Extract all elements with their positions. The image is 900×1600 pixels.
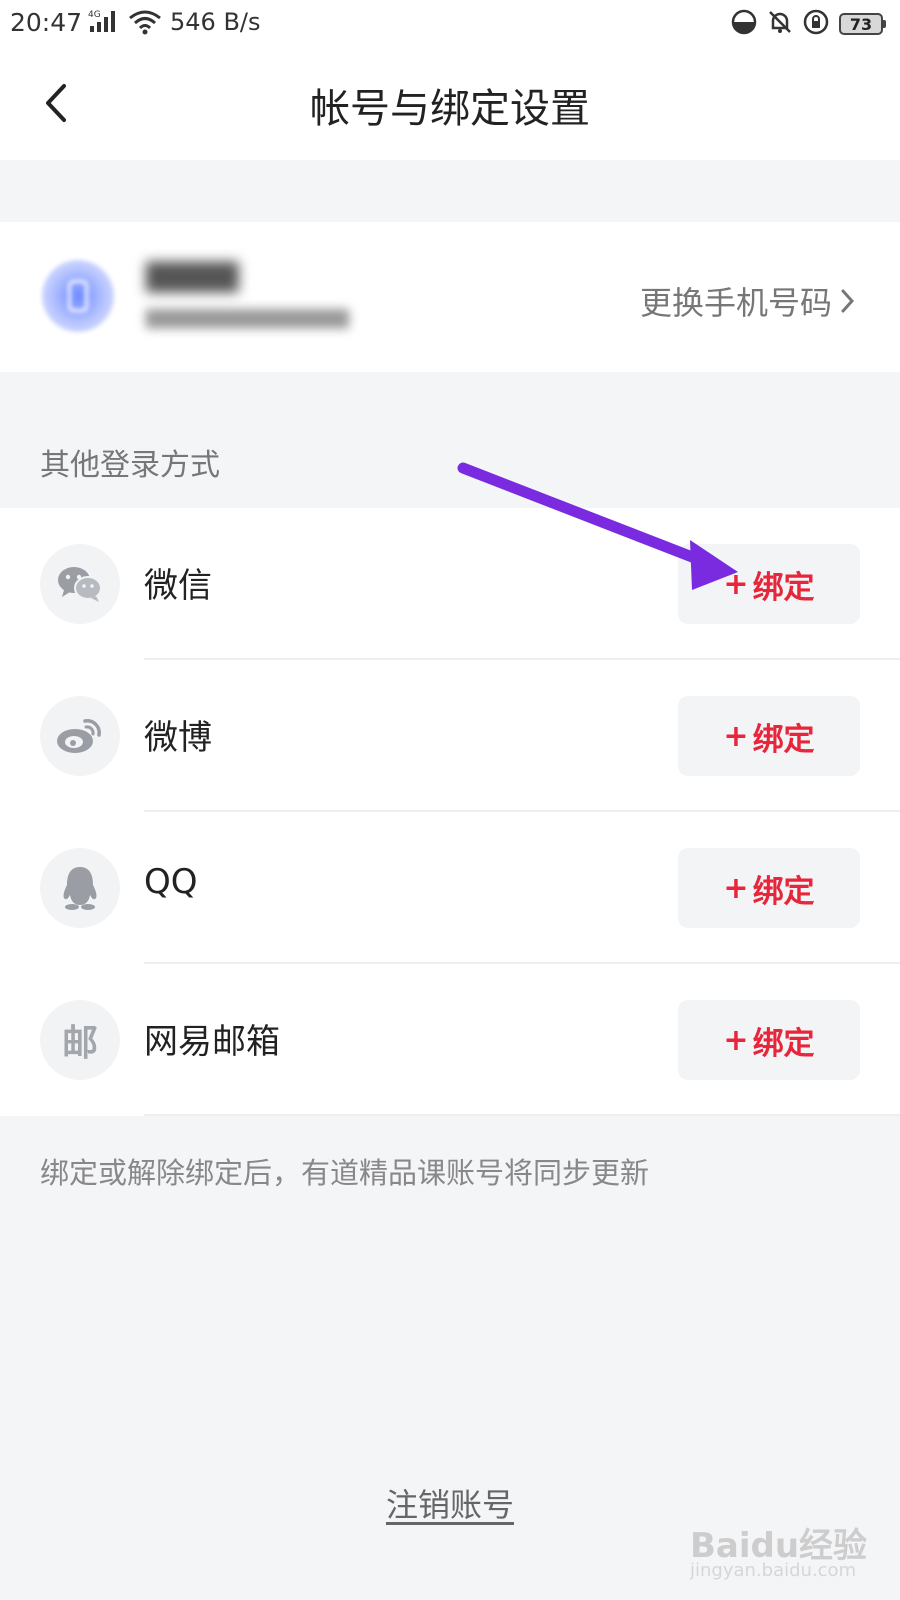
bind-weibo-button[interactable]: + 绑定 <box>678 696 860 776</box>
change-phone-label: 更换手机号码 <box>639 284 832 322</box>
avatar <box>42 260 114 332</box>
cancel-account-link[interactable]: 注销账号 <box>386 1486 514 1524</box>
page-title: 帐号与绑定设置 <box>310 86 590 132</box>
account-card: ▇▇▇▇ ▆▆▆▆▆▆▆▆▆▆▆▆ 更换手机号码 <box>0 222 900 372</box>
list-item-weibo: 微博 + 绑定 <box>0 660 900 812</box>
list-item-netease-mail: 邮 网易邮箱 + 绑定 <box>0 964 900 1116</box>
mail-icon: 邮 <box>40 1000 120 1080</box>
sync-note: 绑定或解除绑定后，有道精品课账号将同步更新 <box>40 1156 650 1190</box>
item-label: 微博 <box>144 718 212 758</box>
plus-icon: + <box>723 566 749 602</box>
section-label-other-login: 其他登录方式 <box>40 448 220 483</box>
item-label: 网易邮箱 <box>144 1022 280 1062</box>
blurred-account-name: ▇▇▇▇ <box>146 258 239 293</box>
list-item-qq: QQ + 绑定 <box>0 812 900 964</box>
watermark-url: jingyan.baidu.com <box>690 1560 857 1581</box>
cellular-signal-icon: 4G <box>88 8 120 38</box>
divider <box>144 1114 900 1116</box>
silent-bell-icon <box>767 9 793 39</box>
status-time: 20:47 <box>10 8 83 37</box>
battery-icon: 73 <box>839 13 886 35</box>
item-label: QQ <box>144 862 198 902</box>
network-type-label: 4G <box>88 10 101 20</box>
qq-icon <box>40 848 120 928</box>
battery-level: 73 <box>839 13 883 35</box>
plus-icon: + <box>723 718 749 754</box>
bind-qq-button[interactable]: + 绑定 <box>678 848 860 928</box>
login-methods-list: 微信 + 绑定 微博 + 绑定 QQ + 绑定 邮 网易邮箱 + 绑定 <box>0 508 900 1116</box>
item-label: 微信 <box>144 566 212 606</box>
chevron-right-icon <box>841 289 855 313</box>
blurred-phone-number: ▆▆▆▆▆▆▆▆▆▆▆▆ <box>146 304 350 329</box>
status-icons: 73 <box>731 9 886 39</box>
bind-wechat-button[interactable]: + 绑定 <box>678 544 860 624</box>
bind-label: 绑定 <box>752 721 815 758</box>
change-phone-link[interactable]: 更换手机号码 <box>640 278 856 324</box>
bind-label: 绑定 <box>752 569 815 606</box>
bind-label: 绑定 <box>752 1025 815 1062</box>
bind-mail-button[interactable]: + 绑定 <box>678 1000 860 1080</box>
weibo-icon <box>40 696 120 776</box>
plus-icon: + <box>723 1022 749 1058</box>
nav-bar: 帐号与绑定设置 <box>0 48 900 160</box>
rotation-lock-icon <box>803 9 829 39</box>
data-rate: 546 B/s <box>170 8 261 36</box>
status-bar: 20:47 4G 546 B/s 73 <box>0 0 900 48</box>
plus-icon: + <box>723 870 749 906</box>
wechat-icon <box>40 544 120 624</box>
theme-icon <box>731 9 757 39</box>
mail-icon-glyph: 邮 <box>61 1023 98 1064</box>
list-item-wechat: 微信 + 绑定 <box>0 508 900 660</box>
phone-icon <box>68 280 88 312</box>
bind-label: 绑定 <box>752 873 815 910</box>
wifi-icon <box>128 9 162 39</box>
